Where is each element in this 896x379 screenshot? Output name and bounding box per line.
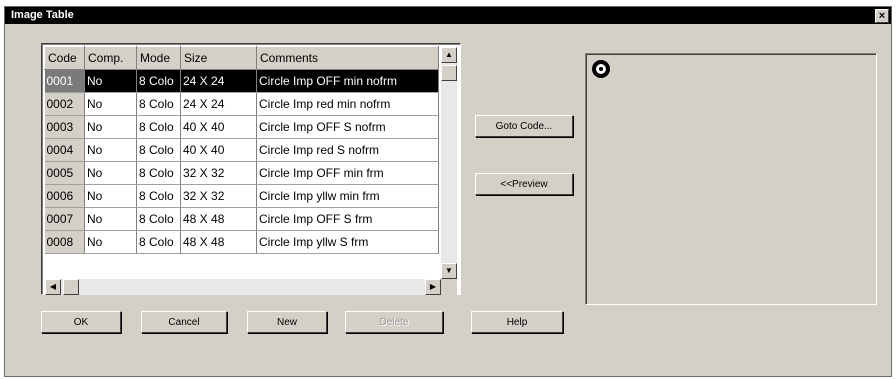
preview-button[interactable]: <<Preview <box>475 173 573 195</box>
scroll-down-icon[interactable]: ▼ <box>441 263 457 279</box>
column-header-code[interactable]: Code <box>44 46 85 70</box>
table-row[interactable]: 0001 No 8 Colo 24 X 24 Circle Imp OFF mi… <box>44 69 439 93</box>
vertical-scroll-thumb[interactable] <box>441 65 457 81</box>
cell-comments[interactable]: Circle Imp red S nofrm <box>256 138 439 162</box>
cell-mode[interactable]: 8 Colo <box>136 115 181 139</box>
help-button[interactable]: Help <box>471 311 563 333</box>
cell-comp[interactable]: No <box>84 161 137 185</box>
cell-mode[interactable]: 8 Colo <box>136 184 181 208</box>
cell-mode[interactable]: 8 Colo <box>136 138 181 162</box>
cell-code[interactable]: 0008 <box>44 230 85 254</box>
cell-code[interactable]: 0005 <box>44 161 85 185</box>
image-table-dialog: Image Table × Code Comp. Mode Size Comme… <box>4 6 892 377</box>
cell-code[interactable]: 0002 <box>44 92 85 116</box>
cell-size[interactable]: 32 X 32 <box>180 161 257 185</box>
cell-size[interactable]: 48 X 48 <box>180 207 257 231</box>
cell-code[interactable]: 0007 <box>44 207 85 231</box>
cell-size[interactable]: 24 X 24 <box>180 69 257 93</box>
table-row[interactable]: 0006 No 8 Colo 32 X 32 Circle Imp yllw m… <box>44 184 439 208</box>
cell-comp[interactable]: No <box>84 69 137 93</box>
scroll-left-icon[interactable]: ◀ <box>45 279 61 295</box>
cell-mode[interactable]: 8 Colo <box>136 69 181 93</box>
table-row[interactable]: 0008 No 8 Colo 48 X 48 Circle Imp yllw S… <box>44 230 439 254</box>
scroll-up-icon[interactable]: ▲ <box>441 47 457 63</box>
cell-comments[interactable]: Circle Imp OFF S nofrm <box>256 115 439 139</box>
cell-comments[interactable]: Circle Imp OFF S frm <box>256 207 439 231</box>
column-header-size[interactable]: Size <box>180 46 257 70</box>
table-row[interactable]: 0003 No 8 Colo 40 X 40 Circle Imp OFF S … <box>44 115 439 139</box>
image-preview-panel <box>585 53 877 305</box>
cell-mode[interactable]: 8 Colo <box>136 207 181 231</box>
title-bar: Image Table × <box>5 7 891 24</box>
table-header-row: Code Comp. Mode Size Comments <box>44 46 439 70</box>
ok-button[interactable]: OK <box>41 311 121 333</box>
cell-code[interactable]: 0003 <box>44 115 85 139</box>
cell-comments[interactable]: Circle Imp OFF min nofrm <box>256 69 439 93</box>
table-row[interactable]: 0007 No 8 Colo 48 X 48 Circle Imp OFF S … <box>44 207 439 231</box>
column-header-comments[interactable]: Comments <box>256 46 439 70</box>
cell-comp[interactable]: No <box>84 92 137 116</box>
column-header-mode[interactable]: Mode <box>136 46 181 70</box>
image-grid: Code Comp. Mode Size Comments 0001 No 8 … <box>41 43 461 295</box>
column-header-comp[interactable]: Comp. <box>84 46 137 70</box>
window-title: Image Table <box>11 9 74 21</box>
goto-code-button[interactable]: Goto Code... <box>475 115 573 137</box>
cell-comp[interactable]: No <box>84 115 137 139</box>
cell-mode[interactable]: 8 Colo <box>136 161 181 185</box>
new-button[interactable]: New <box>247 311 327 333</box>
cell-mode[interactable]: 8 Colo <box>136 230 181 254</box>
cell-size[interactable]: 40 X 40 <box>180 115 257 139</box>
horizontal-scrollbar[interactable]: ◀ ▶ <box>45 279 441 295</box>
table-row[interactable]: 0002 No 8 Colo 24 X 24 Circle Imp red mi… <box>44 92 439 116</box>
cell-size[interactable]: 32 X 32 <box>180 184 257 208</box>
cell-comp[interactable]: No <box>84 138 137 162</box>
cell-comments[interactable]: Circle Imp red min nofrm <box>256 92 439 116</box>
table-row[interactable]: 0005 No 8 Colo 32 X 32 Circle Imp OFF mi… <box>44 161 439 185</box>
cancel-button[interactable]: Cancel <box>141 311 227 333</box>
cell-comments[interactable]: Circle Imp OFF min frm <box>256 161 439 185</box>
cell-size[interactable]: 40 X 40 <box>180 138 257 162</box>
table-row[interactable]: 0004 No 8 Colo 40 X 40 Circle Imp red S … <box>44 138 439 162</box>
cell-comments[interactable]: Circle Imp yllw S frm <box>256 230 439 254</box>
scroll-corner <box>441 279 457 295</box>
close-icon[interactable]: × <box>875 9 889 23</box>
cell-mode[interactable]: 8 Colo <box>136 92 181 116</box>
scroll-right-icon[interactable]: ▶ <box>425 279 441 295</box>
circle-lamp-icon <box>592 60 610 78</box>
vertical-scrollbar[interactable]: ▲ ▼ <box>441 47 457 279</box>
image-table: Code Comp. Mode Size Comments 0001 No 8 … <box>44 46 439 254</box>
cell-code[interactable]: 0004 <box>44 138 85 162</box>
cell-comp[interactable]: No <box>84 207 137 231</box>
cell-size[interactable]: 48 X 48 <box>180 230 257 254</box>
cell-code[interactable]: 0001 <box>44 69 85 93</box>
cell-size[interactable]: 24 X 24 <box>180 92 257 116</box>
delete-button: Delete <box>345 311 443 333</box>
cell-comp[interactable]: No <box>84 184 137 208</box>
cell-comp[interactable]: No <box>84 230 137 254</box>
horizontal-scroll-thumb[interactable] <box>63 279 79 295</box>
cell-comments[interactable]: Circle Imp yllw min frm <box>256 184 439 208</box>
cell-code[interactable]: 0006 <box>44 184 85 208</box>
